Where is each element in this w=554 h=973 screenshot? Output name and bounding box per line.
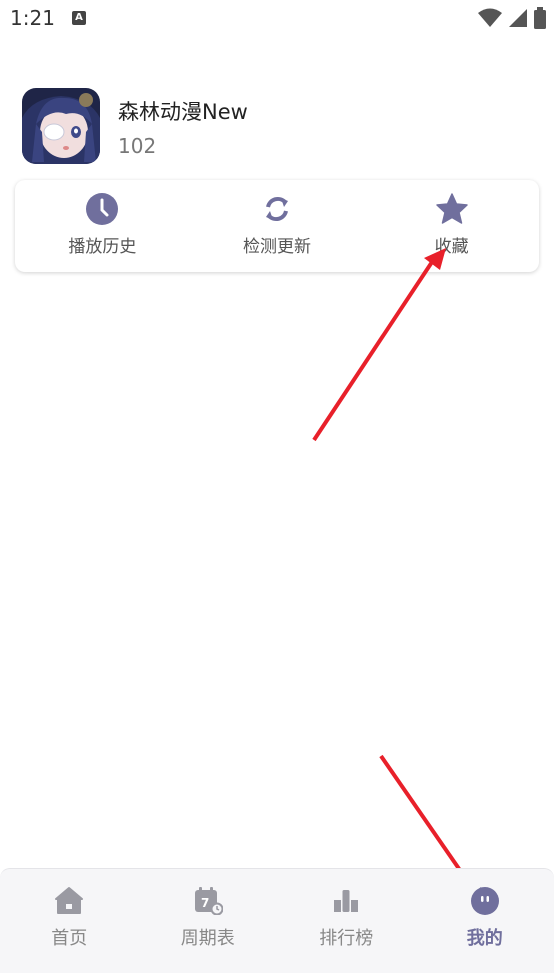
wifi-icon [478, 8, 502, 27]
arrow-to-favorites [312, 248, 446, 442]
svg-text:7: 7 [201, 896, 209, 910]
battery-icon [534, 7, 546, 29]
refresh-icon [260, 192, 294, 226]
tab-ranking-label: 排行榜 [319, 928, 374, 949]
bottom-nav: 首页 7 周期表 排行榜 我的 [0, 868, 554, 973]
anime-avatar-icon[interactable] [22, 88, 100, 164]
play-history-button[interactable]: 播放历史 [15, 180, 190, 272]
calendar-icon: 7 [192, 884, 224, 916]
a-icon: A [72, 11, 86, 25]
check-update-button[interactable]: 检测更新 [190, 180, 365, 272]
home-icon [53, 884, 85, 916]
app-name: 森林动漫New [118, 100, 248, 124]
status-time: 1:21 [10, 6, 55, 30]
profile-section: 森林动漫New 102 [22, 88, 532, 166]
signal-icon [509, 9, 527, 27]
tab-mine[interactable]: 我的 [416, 869, 554, 973]
star-icon [435, 192, 469, 226]
profile-face-icon [469, 884, 501, 916]
tab-mine-label: 我的 [466, 928, 503, 949]
app-version: 102 [118, 134, 157, 158]
ranking-icon [330, 884, 362, 916]
tab-ranking[interactable]: 排行榜 [277, 869, 416, 973]
tab-home-label: 首页 [51, 928, 88, 949]
tab-schedule[interactable]: 7 周期表 [139, 869, 278, 973]
quick-actions-card: 播放历史 检测更新 收藏 [15, 180, 539, 272]
status-right-icons [478, 6, 546, 30]
status-bar: 1:21 A [0, 0, 554, 40]
tab-home[interactable]: 首页 [0, 869, 139, 973]
favorites-button[interactable]: 收藏 [364, 180, 539, 272]
play-history-label: 播放历史 [68, 237, 137, 257]
clock-icon [85, 192, 119, 226]
check-update-label: 检测更新 [243, 237, 311, 257]
tab-schedule-label: 周期表 [180, 928, 235, 949]
favorites-label: 收藏 [434, 237, 469, 257]
